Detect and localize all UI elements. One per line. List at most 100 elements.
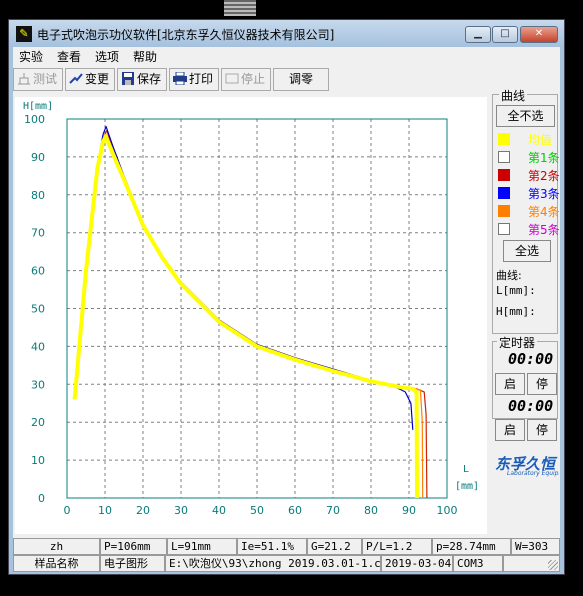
y-tick-label: 100 — [24, 113, 45, 126]
minimize-button[interactable]: ▁ — [465, 26, 491, 43]
timer-1-stop-button[interactable]: 停 — [527, 373, 557, 395]
curve-readout-label: 曲线: — [496, 269, 522, 282]
x-tick-label: 20 — [136, 504, 150, 517]
legend-title: 曲线 — [499, 87, 528, 104]
legend-checkbox[interactable] — [498, 205, 510, 217]
y-tick-label: 30 — [31, 378, 45, 391]
client-area: 实验 查看 选项 帮助 测试 变更 保存 打印 停止 调零 0 10 20 30… — [13, 47, 560, 572]
status-p: P=106mm — [100, 538, 167, 555]
x-tick-label: 60 — [288, 504, 302, 517]
plot-area: 0 10 20 30 40 50 60 70 80 90 100 0 10 20 30 40 50 60 70 80 9… — [15, 97, 487, 534]
x-tick-label: 100 — [437, 504, 458, 517]
zero-button[interactable]: 调零 — [273, 68, 329, 91]
legend-label: 第3条 — [528, 187, 560, 201]
legend-checkbox[interactable] — [498, 187, 510, 199]
print-button[interactable]: 打印 — [169, 68, 219, 91]
timer-2-stop-button[interactable]: 停 — [527, 419, 557, 441]
timer-1-start-button[interactable]: 启 — [495, 373, 525, 395]
y-tick-label: 70 — [31, 227, 45, 240]
toolbar: 测试 变更 保存 打印 停止 调零 — [13, 68, 491, 92]
status-file-path: E:\吹泡仪\93\zhong 2019.03.01-1.cpt — [165, 555, 381, 572]
status-bar-file: 样品名称 电子图形 E:\吹泡仪\93\zhong 2019.03.01-1.c… — [13, 555, 560, 572]
x-axis-unit-label: [mm] — [455, 481, 479, 492]
legend-label: 第4条 — [528, 205, 560, 219]
print-label: 打印 — [189, 72, 214, 86]
x-tick-label: 0 — [64, 504, 71, 517]
title-bar[interactable]: ✎ 电子式吹泡示功仪软件[北京东孚久恒仪器技术有限公司] ▁ □ ✕ — [9, 20, 564, 47]
legend-label: 第5条 — [528, 223, 560, 237]
x-tick-label: 40 — [212, 504, 226, 517]
legend-label: 第1条 — [528, 151, 560, 165]
status-port: COM3 — [453, 555, 503, 572]
status-w: W=303 — [511, 538, 560, 555]
y-axis-label: H[mm] — [23, 101, 53, 112]
change-button[interactable]: 变更 — [65, 68, 115, 91]
legend-checkbox[interactable] — [498, 223, 510, 235]
y-tick-label: 20 — [31, 416, 45, 429]
stop-button[interactable]: 停止 — [221, 68, 271, 91]
legend-list: 均值第1条第2条第3条第4条第5条 — [492, 131, 560, 251]
x-tick-label: 70 — [326, 504, 340, 517]
window-title: 电子式吹泡示功仪软件[北京东孚久恒仪器技术有限公司] — [37, 28, 335, 42]
status-ie: Ie=51.1% — [237, 538, 307, 555]
x-tick-label: 90 — [402, 504, 416, 517]
x-tick-label: 30 — [174, 504, 188, 517]
deselect-all-button[interactable]: 全不选 — [496, 105, 555, 127]
legend-checkbox[interactable] — [498, 169, 510, 181]
menu-view[interactable]: 查看 — [57, 48, 81, 65]
legend-checkbox[interactable] — [498, 151, 510, 163]
printer-icon — [173, 71, 187, 86]
maximize-button[interactable]: □ — [492, 26, 518, 43]
zero-label: 调零 — [288, 72, 313, 86]
x-axis-label: L — [463, 464, 469, 475]
scale-icon — [17, 71, 31, 85]
menu-help[interactable]: 帮助 — [133, 48, 157, 65]
save-button[interactable]: 保存 — [117, 68, 167, 91]
app-window: ✎ 电子式吹泡示功仪软件[北京东孚久恒仪器技术有限公司] ▁ □ ✕ 实验 查看… — [8, 19, 565, 575]
select-all-button[interactable]: 全选 — [503, 240, 551, 262]
floppy-icon — [121, 71, 135, 85]
stop-label: 停止 — [241, 72, 266, 86]
blister-curve-chart: 0 10 20 30 40 50 60 70 80 90 100 0 10 20 30 40 50 60 70 80 9… — [23, 101, 479, 517]
status-date: 2019-03-04 — [381, 555, 453, 572]
status-l: L=91mm — [167, 538, 237, 555]
change-label: 变更 — [85, 72, 110, 86]
close-button[interactable]: ✕ — [520, 26, 558, 43]
timer-1-display: 00:00 — [508, 350, 554, 368]
test-label: 测试 — [33, 72, 58, 86]
y-tick-label: 0 — [38, 492, 45, 505]
edit-icon — [69, 71, 83, 84]
resize-grip[interactable] — [548, 560, 558, 570]
status-graph-type: 电子图形 — [100, 555, 165, 572]
menu-options[interactable]: 选项 — [95, 48, 119, 65]
status-pl: P/L=1.2 — [362, 538, 432, 555]
legend-checkbox[interactable] — [498, 133, 510, 145]
status-sample-name: 样品名称 — [13, 555, 100, 572]
status-operator: zh — [13, 538, 100, 555]
top-drag-grip[interactable] — [224, 0, 256, 16]
y-tick-label: 10 — [31, 454, 45, 467]
legend-label: 均值 — [528, 133, 553, 147]
save-label: 保存 — [137, 72, 162, 86]
series-line — [72, 134, 419, 499]
status-bar-measurements: zh P=106mm L=91mm Ie=51.1% G=21.2 P/L=1.… — [13, 538, 560, 555]
test-button[interactable]: 测试 — [13, 68, 63, 91]
timer-2-start-button[interactable]: 启 — [495, 419, 525, 441]
menu-experiment[interactable]: 实验 — [19, 48, 43, 65]
menu-bar: 实验 查看 选项 帮助 — [13, 47, 560, 65]
timer-title: 定时器 — [497, 334, 538, 351]
h-readout-label: H[mm]: — [496, 305, 536, 318]
x-tick-label: 10 — [98, 504, 112, 517]
company-logo: 东孚久恒 Laboratory Equipment — [495, 455, 559, 477]
x-tick-label: 80 — [364, 504, 378, 517]
svg-text:Laboratory Equipment: Laboratory Equipment — [507, 470, 559, 477]
timer-2-display: 00:00 — [508, 397, 554, 415]
y-tick-label: 50 — [31, 303, 45, 316]
stop-icon — [225, 71, 239, 84]
legend-label: 第2条 — [528, 169, 560, 183]
status-g: G=21.2 — [307, 538, 362, 555]
y-tick-label: 80 — [31, 189, 45, 202]
y-tick-label: 40 — [31, 340, 45, 353]
y-tick-label: 90 — [31, 151, 45, 164]
l-readout-label: L[mm]: — [496, 284, 536, 297]
